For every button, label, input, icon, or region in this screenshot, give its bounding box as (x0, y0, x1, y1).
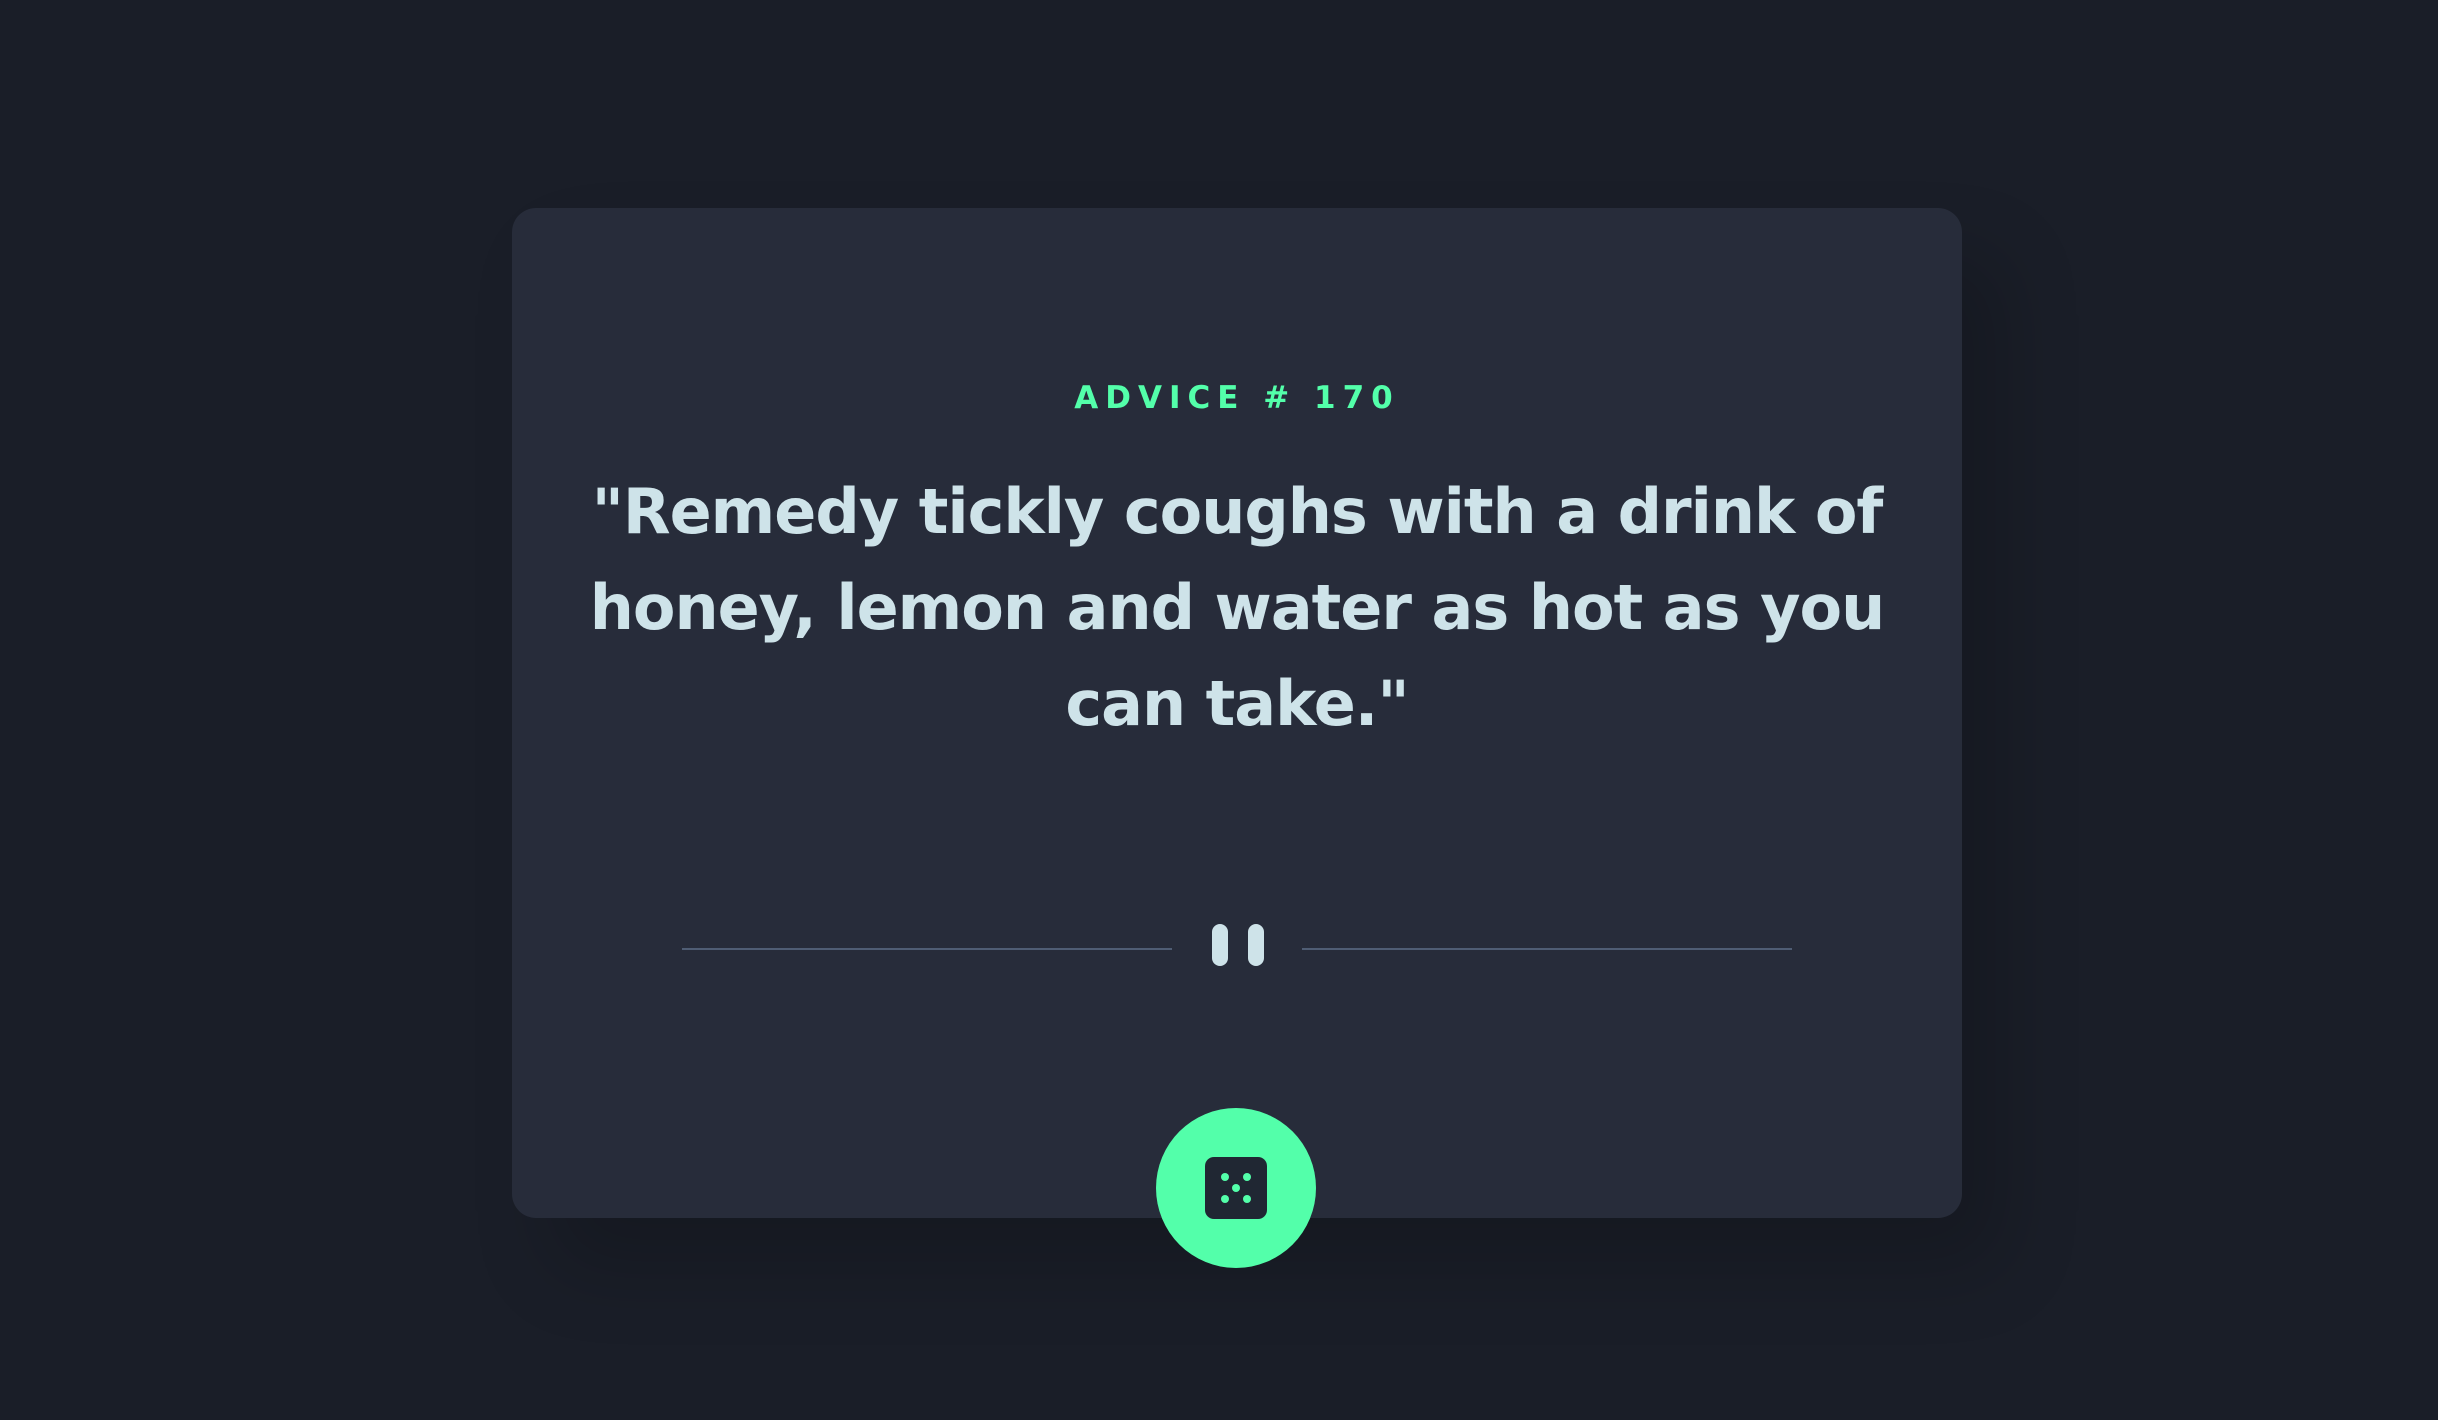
divider-right-line (1302, 948, 1792, 950)
advice-card: ADVICE # 170 "Remedy tickly coughs with … (512, 208, 1962, 1218)
advice-number: ADVICE # 170 (1074, 380, 1400, 416)
pause-bar-right (1248, 924, 1264, 966)
dice-dot-top-right (1243, 1173, 1251, 1181)
dice-dot-bottom-right (1243, 1195, 1251, 1203)
advice-quote: "Remedy tickly coughs with a drink of ho… (589, 475, 1886, 740)
divider-left-line (682, 948, 1172, 950)
dice-dot-bottom-left (1221, 1195, 1229, 1203)
pause-icon (1212, 924, 1264, 966)
page-background: ADVICE # 170 "Remedy tickly coughs with … (0, 0, 2438, 1420)
new-advice-button[interactable] (1156, 1108, 1316, 1268)
dice-icon (1205, 1157, 1267, 1219)
dice-dot-center (1232, 1184, 1240, 1192)
pause-bar-left (1212, 924, 1228, 966)
dice-dot-top-left (1221, 1173, 1229, 1181)
